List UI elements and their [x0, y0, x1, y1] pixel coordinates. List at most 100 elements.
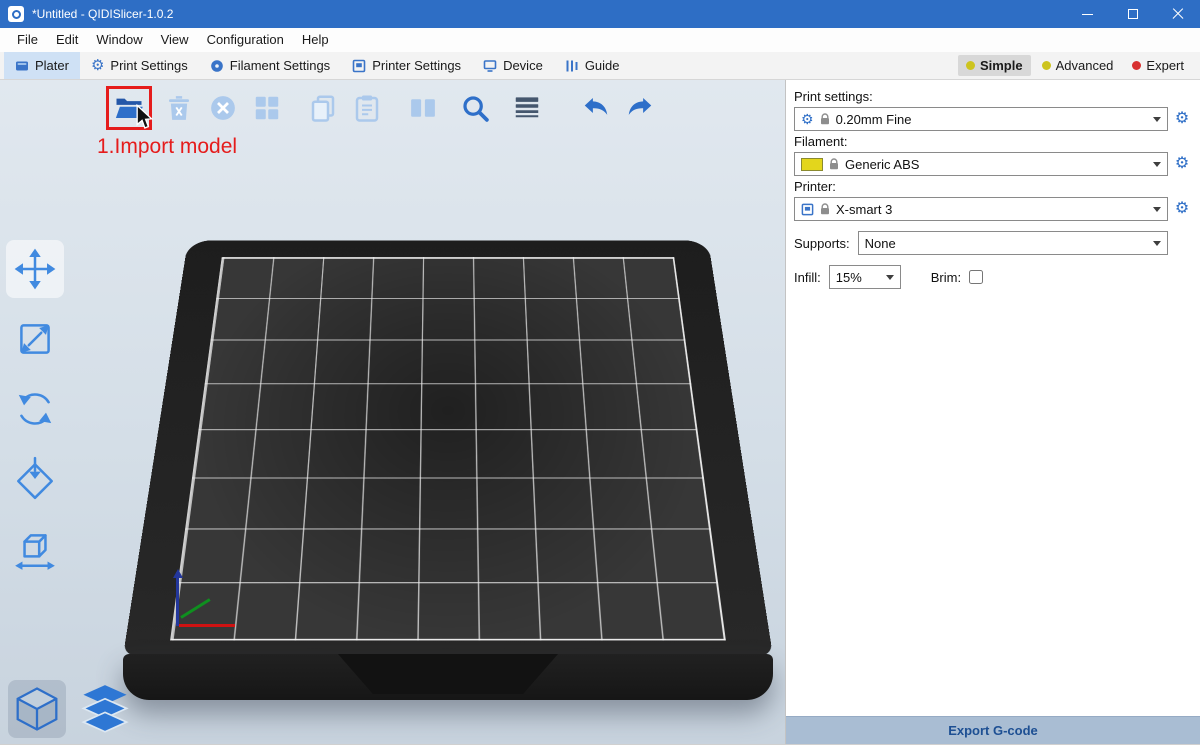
- brim-checkbox[interactable]: [969, 270, 983, 284]
- filament-label: Filament:: [794, 134, 1192, 149]
- view-3d-button[interactable]: [8, 680, 66, 738]
- layers-icon: [512, 93, 542, 123]
- tab-device[interactable]: Device: [472, 52, 554, 79]
- bed-plate: [123, 240, 773, 656]
- delete-all-button[interactable]: [206, 91, 240, 125]
- scale-icon: [12, 316, 58, 362]
- trash-icon: [164, 93, 194, 123]
- supports-label: Supports:: [794, 236, 850, 251]
- paste-button[interactable]: [350, 91, 384, 125]
- import-annotation: 1.Import model: [97, 135, 237, 159]
- print-settings-label: Print settings:: [794, 89, 1192, 104]
- place-on-face-icon: [12, 456, 58, 502]
- mode-advanced[interactable]: Advanced: [1034, 55, 1122, 76]
- tab-print-settings[interactable]: ⚙ Print Settings: [80, 52, 199, 79]
- undo-icon: [581, 93, 611, 123]
- minimize-icon: [1082, 14, 1093, 15]
- tab-label: Plater: [35, 58, 69, 73]
- view-layers-button[interactable]: [76, 680, 134, 738]
- bed-front-face: [123, 654, 773, 700]
- search-icon: [460, 93, 490, 123]
- title-bar: *Untitled - QIDISlicer-1.0.2: [0, 0, 1200, 28]
- mode-switcher: Simple Advanced Expert: [958, 52, 1200, 79]
- infill-value: 15%: [836, 270, 862, 285]
- filament-icon: [210, 59, 224, 73]
- menu-help[interactable]: Help: [293, 28, 338, 52]
- window-controls: [1065, 0, 1200, 28]
- print-settings-select[interactable]: ⚙ 0.20mm Fine: [794, 107, 1168, 131]
- tab-label: Device: [503, 58, 543, 73]
- tab-label: Guide: [585, 58, 620, 73]
- infill-select[interactable]: 15%: [829, 265, 901, 289]
- printer-gear-button[interactable]: ⚙: [1172, 201, 1192, 217]
- viewport-3d[interactable]: 1.Import model: [0, 80, 785, 744]
- maximize-icon: [1128, 9, 1138, 19]
- delete-button[interactable]: [162, 91, 196, 125]
- paste-icon: [352, 93, 382, 123]
- print-bed: [124, 252, 772, 656]
- search-button[interactable]: [458, 91, 492, 125]
- chevron-down-icon: [1153, 241, 1161, 250]
- close-icon: [1172, 8, 1184, 20]
- mode-simple[interactable]: Simple: [958, 55, 1031, 76]
- tab-filament-settings[interactable]: Filament Settings: [199, 52, 341, 79]
- infill-label: Infill:: [794, 270, 821, 285]
- split-button[interactable]: [406, 91, 440, 125]
- cursor-pointer-icon: [135, 104, 153, 130]
- menu-configuration[interactable]: Configuration: [198, 28, 293, 52]
- print-settings-value: 0.20mm Fine: [836, 112, 912, 127]
- rotate-icon: [12, 386, 58, 432]
- menu-bar: File Edit Window View Configuration Help: [0, 28, 1200, 52]
- mode-expert[interactable]: Expert: [1124, 55, 1192, 76]
- rotate-tool-button[interactable]: [6, 380, 64, 438]
- printer-icon: [352, 59, 366, 73]
- filament-select[interactable]: Generic ABS: [794, 152, 1168, 176]
- supports-select[interactable]: None: [858, 231, 1168, 255]
- printer-select[interactable]: X-smart 3: [794, 197, 1168, 221]
- bed-grid: [170, 257, 726, 640]
- tab-bar: Plater ⚙ Print Settings Filament Setting…: [0, 52, 1200, 80]
- mode-dot-icon: [1132, 61, 1141, 70]
- filament-value: Generic ABS: [845, 157, 919, 172]
- cube-3d-icon: [12, 684, 62, 734]
- split-icon: [408, 93, 438, 123]
- menu-window[interactable]: Window: [87, 28, 151, 52]
- copy-button[interactable]: [306, 91, 340, 125]
- flatten-tool-button[interactable]: [6, 450, 64, 508]
- menu-edit[interactable]: Edit: [47, 28, 87, 52]
- menu-file[interactable]: File: [8, 28, 47, 52]
- gear-icon: ⚙: [801, 112, 814, 126]
- supports-value: None: [865, 236, 896, 251]
- mode-dot-icon: [966, 61, 975, 70]
- tab-printer-settings[interactable]: Printer Settings: [341, 52, 472, 79]
- close-button[interactable]: [1155, 0, 1200, 28]
- filament-gear-button[interactable]: ⚙: [1172, 156, 1192, 172]
- delete-all-icon: [208, 93, 238, 123]
- chevron-down-icon: [1153, 207, 1161, 216]
- undo-button[interactable]: [579, 91, 613, 125]
- lock-icon: [820, 203, 830, 215]
- lock-icon: [829, 158, 839, 170]
- menu-view[interactable]: View: [152, 28, 198, 52]
- printer-value: X-smart 3: [836, 202, 892, 217]
- tab-label: Filament Settings: [230, 58, 330, 73]
- plater-icon: [15, 59, 29, 73]
- layer-height-button[interactable]: [510, 91, 544, 125]
- chevron-down-icon: [1153, 117, 1161, 126]
- redo-button[interactable]: [623, 91, 657, 125]
- maximize-button[interactable]: [1110, 0, 1155, 28]
- print-settings-gear-button[interactable]: ⚙: [1172, 111, 1192, 127]
- guide-icon: [565, 59, 579, 73]
- export-gcode-button[interactable]: Export G-code: [786, 716, 1200, 744]
- move-tool-button[interactable]: [6, 240, 64, 298]
- tab-guide[interactable]: Guide: [554, 52, 631, 79]
- tab-plater[interactable]: Plater: [4, 52, 80, 79]
- x-axis-indicator: [179, 624, 235, 627]
- mode-label: Simple: [980, 58, 1023, 73]
- minimize-button[interactable]: [1065, 0, 1110, 28]
- filament-color-swatch: [801, 158, 823, 171]
- arrange-button[interactable]: [250, 91, 284, 125]
- scale-tool-button[interactable]: [6, 310, 64, 368]
- mode-label: Advanced: [1056, 58, 1114, 73]
- measure-tool-button[interactable]: [6, 520, 64, 578]
